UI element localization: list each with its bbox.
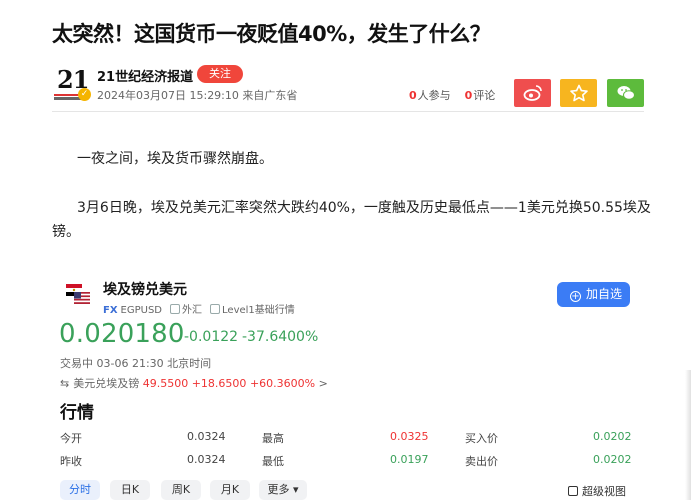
quote-value: 0.0324 [187, 430, 226, 443]
level-icon [210, 304, 221, 314]
star-icon [570, 84, 588, 102]
quote-row: 今开 0.0324 最高 0.0325 买入价 0.0202 [60, 430, 632, 450]
quote-value: 0.0202 [593, 430, 632, 443]
add-watchlist-button[interactable]: + 加自选 [557, 282, 630, 307]
price-change: -0.0122 [184, 329, 239, 345]
tab-more[interactable]: 更多 ▾ [259, 480, 307, 500]
chevron-right-icon: > [318, 377, 328, 390]
quote-card[interactable]: 埃及镑兑美元 FX EGPUSD 外汇 Level1基础行情 + 加自选 0.02018… [52, 270, 644, 500]
quote-value: 0.0197 [390, 453, 429, 466]
add-watchlist-label: 加自选 [586, 287, 623, 301]
tab-weekly-k[interactable]: 周K [161, 480, 201, 500]
quote-value: 0.0202 [593, 453, 632, 466]
market-tag: FX [103, 305, 118, 316]
cross-change-percent: +60.3600% [249, 377, 316, 390]
tab-intraday[interactable]: 分时 [60, 480, 100, 500]
comments-label[interactable]: 评论 [473, 89, 495, 102]
article-title: 太突然！这国货币一夜贬值40%，发生了什么？ [52, 22, 491, 46]
quote-value: 0.0325 [390, 430, 429, 443]
trade-status: 交易中 03-06 21:30 北京时间 [60, 357, 212, 370]
cross-label: 美元兑埃及镑 [73, 377, 140, 390]
publish-meta: 2024年03月07日 15:29:10 来自广东省 [97, 89, 298, 102]
source-name[interactable]: 21世纪经济报道 [97, 66, 193, 85]
quote-label: 买入价 [465, 432, 498, 445]
weibo-icon [523, 85, 542, 101]
symbol: EGPUSD [120, 305, 163, 316]
source-logo[interactable]: 21 ✓ [52, 64, 92, 104]
cross-value: 49.5500 [142, 377, 189, 390]
comments-count: 0 [464, 89, 473, 102]
tab-monthly-k[interactable]: 月K [210, 480, 250, 500]
cross-change: +18.6500 [191, 377, 247, 390]
share-wechat-button[interactable] [607, 79, 644, 107]
tab-more-label: 更多 [267, 483, 290, 496]
current-price: 0.020180 [59, 319, 185, 349]
quote-label: 最高 [262, 432, 284, 445]
tab-daily-k[interactable]: 日K [110, 480, 150, 500]
quote-row: 昨收 0.0324 最低 0.0197 卖出价 0.0202 [60, 453, 632, 473]
expand-view-icon [568, 486, 578, 496]
engagement-stats: 0人参与 0评论 [409, 87, 495, 103]
super-view-label: 超级视图 [582, 485, 626, 498]
instrument-name[interactable]: 埃及镑兑美元 [103, 279, 187, 299]
quote-label: 今开 [60, 432, 82, 445]
paragraph-text: 3月6日晚，埃及兑美元汇率突然大跌约40%，一度触及历史最低点——1美元兑换50… [52, 200, 651, 240]
favorite-button[interactable] [560, 79, 597, 107]
article-paragraph: 一夜之间，埃及货币骤然崩盘。 [52, 147, 273, 171]
quote-label: 最低 [262, 455, 284, 468]
follow-button[interactable]: 关注 [197, 65, 243, 83]
wechat-icon [617, 86, 635, 100]
article-paragraph: 3月6日晚，埃及兑美元汇率突然大跌约40%，一度触及历史最低点——1美元兑换50… [52, 196, 652, 244]
chevron-down-icon: ▾ [292, 483, 299, 496]
paragraph-text: 一夜之间，埃及货币骤然崩盘。 [77, 151, 273, 167]
currency-flag-icon [66, 284, 90, 306]
price-change-percent: -37.6400% [242, 329, 319, 345]
super-view-button[interactable]: 超级视图 [568, 483, 626, 499]
quote-value: 0.0324 [187, 453, 226, 466]
cross-rate-link[interactable]: ⇆ 美元兑埃及镑 49.5500 +18.6500 +60.3600% > [60, 375, 328, 391]
participants-count: 0 [409, 89, 417, 102]
instrument-tags: FX EGPUSD 外汇 Level1基础行情 [103, 301, 295, 316]
swap-icon: ⇆ [60, 377, 70, 390]
participants-label[interactable]: 人参与 [418, 89, 451, 102]
section-title: 行情 [60, 403, 94, 423]
fx-type-icon [170, 304, 181, 314]
plus-icon: + [570, 291, 581, 302]
level-tag: Level1基础行情 [222, 305, 295, 316]
page-edge-shadow [685, 370, 691, 500]
share-weibo-button[interactable] [514, 79, 551, 107]
source-header: 21 ✓ 21世纪经济报道 关注 2024年03月07日 15:29:10 来自… [52, 62, 644, 112]
quote-label: 昨收 [60, 455, 82, 468]
type-tag: 外汇 [182, 305, 203, 316]
verified-icon: ✓ [78, 88, 91, 101]
quote-label: 卖出价 [465, 455, 498, 468]
